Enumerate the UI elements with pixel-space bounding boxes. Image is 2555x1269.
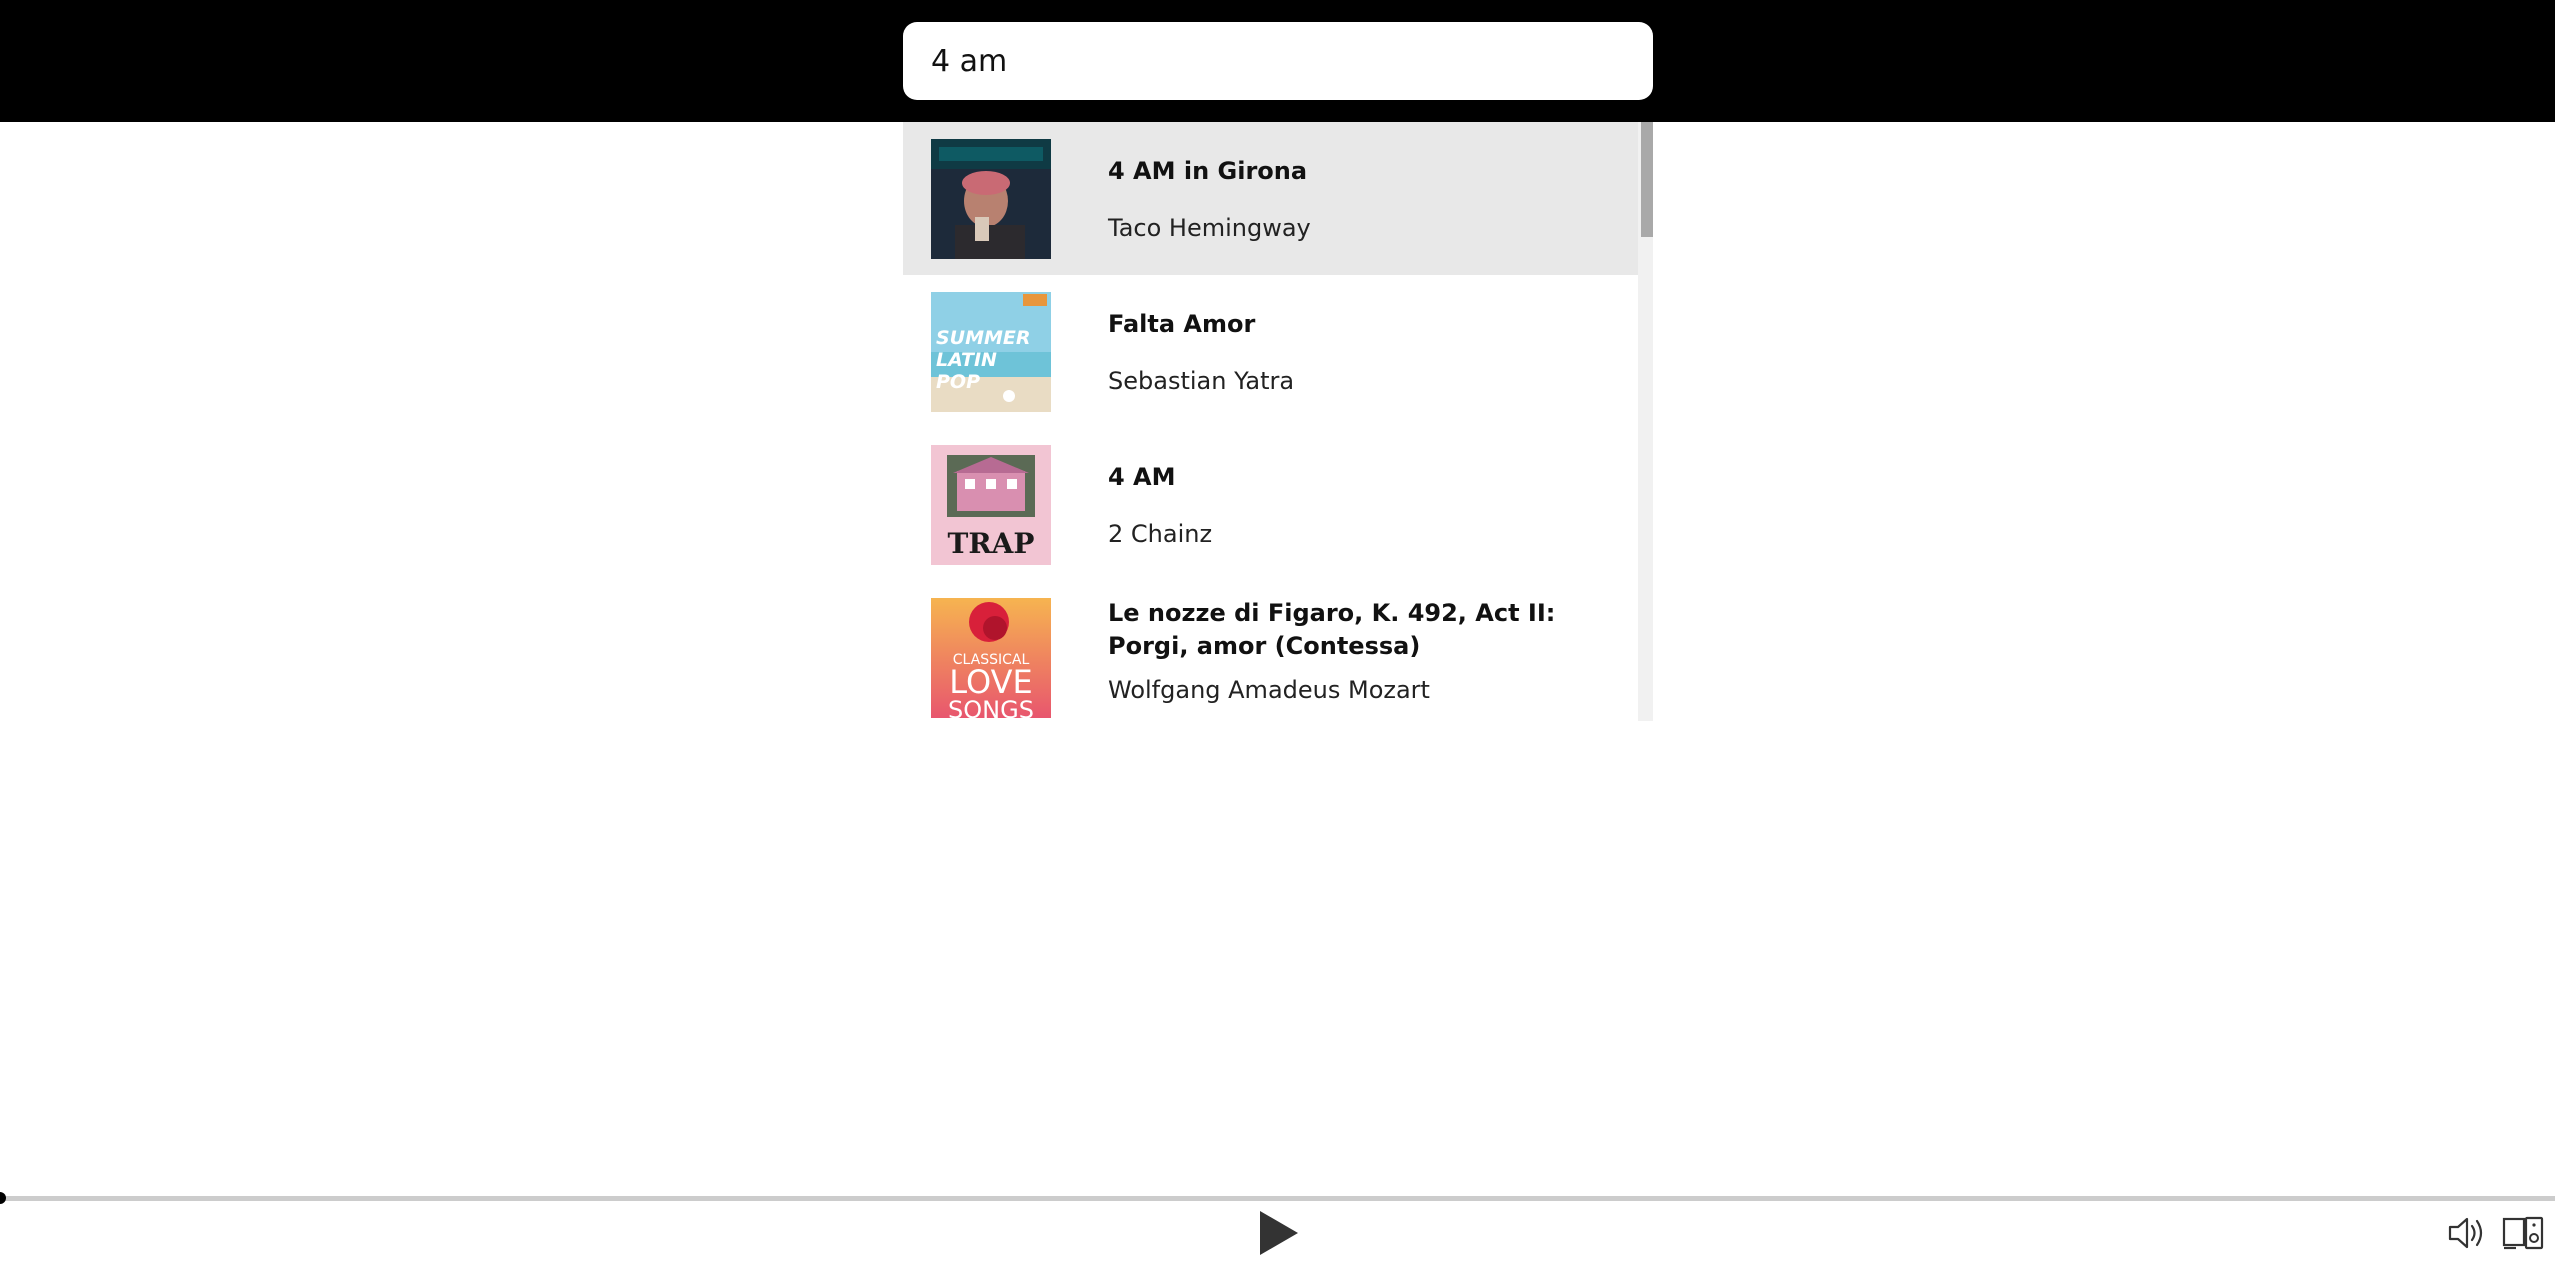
result-artist: Wolfgang Amadeus Mozart (1108, 676, 1430, 704)
album-art-text: SONGS (948, 696, 1034, 718)
search-box[interactable] (903, 22, 1653, 100)
album-art-text: SUMMER (936, 327, 1031, 349)
result-item[interactable]: CLASSICAL LOVE SONGS Le nozze di Figaro,… (903, 581, 1638, 721)
album-art-text: POP (936, 371, 980, 393)
album-art-trap: TRAP (931, 445, 1051, 565)
result-item[interactable]: 4 AM in Girona Taco Hemingway (903, 122, 1638, 275)
result-title: 4 AM in Girona (1108, 157, 1308, 185)
result-artist: Sebastian Yatra (1108, 367, 1295, 395)
result-item[interactable]: SUMMER LATIN POP Falta Amor Sebastian Ya… (903, 275, 1638, 428)
top-bar (0, 0, 2555, 122)
devices-button[interactable] (2502, 1215, 2544, 1251)
result-title: Le nozze di Figaro, K. 492, Act II: Porg… (1108, 599, 1556, 660)
search-results-list[interactable]: 4 AM in Girona Taco Hemingway SUMMER LAT… (903, 122, 1653, 721)
results-scrollbar-thumb[interactable] (1641, 122, 1653, 237)
album-art-summer-latin-pop: SUMMER LATIN POP (931, 292, 1051, 412)
album-art-taco-hemingway (931, 139, 1051, 259)
result-title: 4 AM (1108, 463, 1176, 491)
result-artist: 2 Chainz (1108, 520, 1213, 548)
search-input[interactable] (903, 22, 1653, 100)
album-art-classical-love-songs: CLASSICAL LOVE SONGS (931, 598, 1051, 718)
playback-progress-bar[interactable] (0, 1196, 2555, 1201)
volume-icon (2448, 1217, 2483, 1249)
play-icon (1260, 1211, 1298, 1255)
result-artist: Taco Hemingway (1108, 214, 1311, 242)
album-art-text: LATIN (936, 349, 997, 371)
result-title: Falta Amor (1108, 310, 1256, 338)
volume-button[interactable] (2447, 1215, 2487, 1251)
devices-icon (2502, 1216, 2544, 1250)
result-item[interactable]: TRAP 4 AM 2 Chainz (903, 428, 1638, 581)
album-art-text: TRAP (948, 527, 1035, 560)
play-button[interactable] (1258, 1209, 1300, 1257)
playback-progress-knob[interactable] (0, 1192, 6, 1204)
